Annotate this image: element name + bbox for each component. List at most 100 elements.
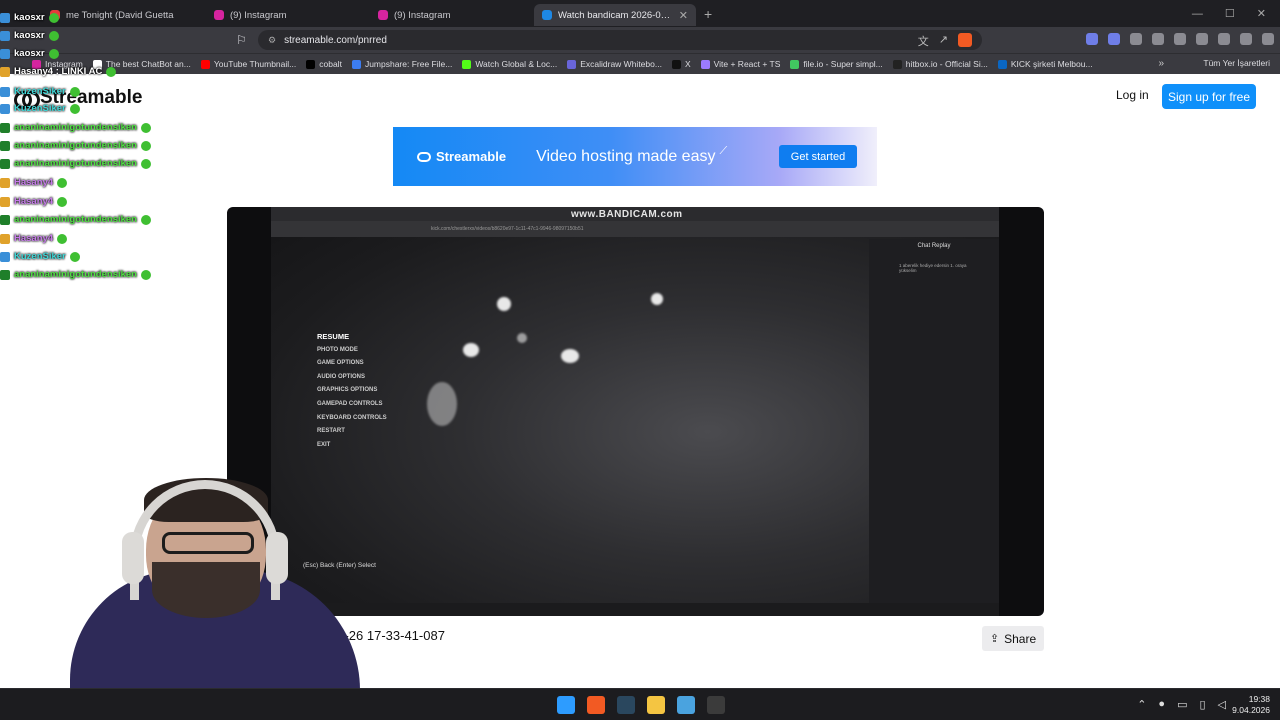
bookmark-item[interactable]: X: [671, 59, 691, 69]
light-blob: [463, 343, 479, 357]
network-icon[interactable]: ▭: [1177, 698, 1187, 711]
headset-earcup: [266, 532, 288, 584]
login-link[interactable]: Log in: [1116, 88, 1149, 102]
minimize-icon[interactable]: —: [1192, 8, 1203, 20]
browser-tab[interactable]: me Tonight (David Guetta: [42, 4, 204, 26]
extension-icon[interactable]: [1174, 33, 1186, 45]
get-started-button[interactable]: Get started: [779, 145, 857, 168]
bookmark-item[interactable]: The best ChatBot an...: [92, 59, 191, 69]
system-clock[interactable]: 19:38 9.04.2026: [1232, 694, 1270, 716]
share-button[interactable]: ⇪ Share: [982, 626, 1044, 651]
bookmark-favicon-icon: [567, 59, 577, 69]
bookmark-item[interactable]: YouTube Thumbnail...: [200, 59, 296, 69]
extension-icon[interactable]: [1196, 33, 1208, 45]
window-controls: — ☐ ✕: [1192, 0, 1280, 27]
light-blob: [427, 382, 457, 426]
bookmark-item[interactable]: cobalt: [306, 59, 342, 69]
bookmark-item[interactable]: Instagram: [32, 59, 83, 69]
bookmark-item[interactable]: Vite + React + TS: [700, 59, 781, 69]
tab-title: (9) Instagram: [394, 9, 451, 21]
microphone-icon[interactable]: ●: [1158, 698, 1165, 711]
bookmark-item[interactable]: Excalidraw Whitebo...: [567, 59, 662, 69]
new-tab-button[interactable]: +: [704, 6, 712, 22]
extensions-bar: [1086, 33, 1280, 45]
brave-shield-icon[interactable]: [958, 33, 972, 47]
battery-icon[interactable]: ▯: [1199, 698, 1205, 711]
bookmark-item[interactable]: file.io - Super simpl...: [790, 59, 883, 69]
tab-title: me Tonight (David Guetta: [66, 9, 174, 21]
share-label: Share: [1004, 631, 1037, 646]
close-window-icon[interactable]: ✕: [1257, 7, 1266, 20]
extension-icon[interactable]: [1130, 33, 1142, 45]
pause-menu-item: RESTART: [317, 428, 345, 435]
pause-menu: RESUME PHOTO MODE GAME OPTIONS AUDIO OPTION…: [317, 330, 387, 452]
bookmark-favicon-icon: [671, 59, 681, 69]
extension-icon[interactable]: [1262, 33, 1274, 45]
browser-tab-bar: me Tonight (David Guetta (9) Instagram (9)…: [0, 0, 1280, 27]
tray-chevron-icon[interactable]: ⌃: [1137, 698, 1146, 711]
bookmark-favicon-icon: [790, 59, 800, 69]
start-icon[interactable]: [557, 696, 575, 714]
bookmark-item[interactable]: Jumpshare: Free File...: [351, 59, 452, 69]
bookmark-list: Instagram The best ChatBot an... YouTube T…: [32, 59, 1103, 69]
translate-icon[interactable]: 文: [918, 33, 929, 49]
browser-tab[interactable]: (9) Instagram: [206, 4, 368, 26]
site-info-icon[interactable]: ⚙: [268, 35, 276, 46]
bookmark-item[interactable]: KICK şirketi Melbou...: [997, 59, 1093, 69]
bookmark-favicon-icon: [892, 59, 902, 69]
share-icon: ⇪: [989, 633, 1000, 645]
extension-icon[interactable]: [1108, 33, 1120, 45]
chat-replay-message: 1 aberelik hediye edersin 1. oraya yükse…: [899, 263, 967, 273]
bookmark-favicon-icon: [92, 59, 102, 69]
extension-icon[interactable]: [1240, 33, 1252, 45]
tab-favicon-icon: [378, 10, 388, 20]
volume-icon[interactable]: ◁: [1218, 698, 1226, 711]
extension-icon[interactable]: [1152, 33, 1164, 45]
folder-icon[interactable]: [647, 696, 665, 714]
bookmark-label: file.io - Super simpl...: [803, 59, 883, 69]
streamable-logo[interactable]: Streamable: [14, 87, 142, 109]
pause-menu-item: GRAPHICS OPTIONS: [317, 387, 378, 394]
app-icon[interactable]: [707, 696, 725, 714]
maximize-icon[interactable]: ☐: [1225, 7, 1235, 20]
promo-banner[interactable]: Streamable Video hosting made easy ⟋ Get…: [393, 127, 877, 186]
browser-tab[interactable]: (9) Instagram: [370, 4, 532, 26]
video-chat-panel: Chat Replay 1 aberelik hediye edersin 1.…: [869, 239, 999, 607]
pause-menu-item: RESUME: [317, 332, 350, 341]
all-bookmarks-folder[interactable]: Tüm Yer İşaretleri: [1203, 58, 1270, 68]
bookmark-favicon-icon: [200, 59, 210, 69]
brave-icon[interactable]: [587, 696, 605, 714]
bookmark-label: cobalt: [319, 59, 342, 69]
bookmark-label: Vite + React + TS: [713, 59, 781, 69]
taskbar-apps: [557, 696, 725, 714]
share-page-icon[interactable]: ↗: [939, 33, 948, 49]
bookmark-item[interactable]: Watch Global & Loc...: [462, 59, 557, 69]
tab-strip: me Tonight (David Guetta (9) Instagram (9)…: [42, 1, 696, 26]
browser-tab[interactable]: Watch bandicam 2026-02-26 ✕: [534, 4, 696, 26]
bookmark-item[interactable]: hitbox.io - Official Si...: [892, 59, 988, 69]
tab-favicon-icon: [50, 10, 60, 20]
extension-icon[interactable]: [1218, 33, 1230, 45]
pause-menu-item: PHOTO MODE: [317, 346, 358, 353]
clock-date: 9.04.2026: [1232, 705, 1270, 715]
logo-text: Streamable: [40, 87, 143, 108]
chat-replay-header: Chat Replay: [917, 243, 951, 249]
windows-taskbar: ⌃ ● ▭ ▯ ◁ 19:38 9.04.2026: [0, 688, 1280, 720]
pause-menu-item: EXIT: [317, 441, 331, 448]
video-inner-url: kick.com/chestlerxx/videos/b8620e97-1c11…: [271, 221, 999, 237]
address-bar[interactable]: ⚙ streamable.com/pnrred 文 ↗: [258, 30, 982, 50]
bookmarks-overflow-icon[interactable]: »: [1158, 58, 1164, 69]
bookmark-label: Watch Global & Loc...: [475, 59, 558, 69]
clock-time: 19:38: [1248, 694, 1270, 704]
extension-icon[interactable]: [1086, 33, 1098, 45]
bookmark-favicon-icon: [306, 59, 316, 69]
steam-icon[interactable]: [617, 696, 635, 714]
light-blob: [561, 349, 579, 363]
close-tab-icon[interactable]: ✕: [679, 9, 688, 22]
pause-menu-item: GAME OPTIONS: [317, 360, 364, 367]
system-tray: ⌃ ● ▭ ▯ ◁: [1137, 698, 1226, 711]
signup-button[interactable]: Sign up for free: [1162, 84, 1256, 109]
photos-icon[interactable]: [677, 696, 695, 714]
bookmark-icon[interactable]: ⚐: [236, 33, 247, 47]
bookmark-label: KICK şirketi Melbou...: [1010, 59, 1093, 69]
